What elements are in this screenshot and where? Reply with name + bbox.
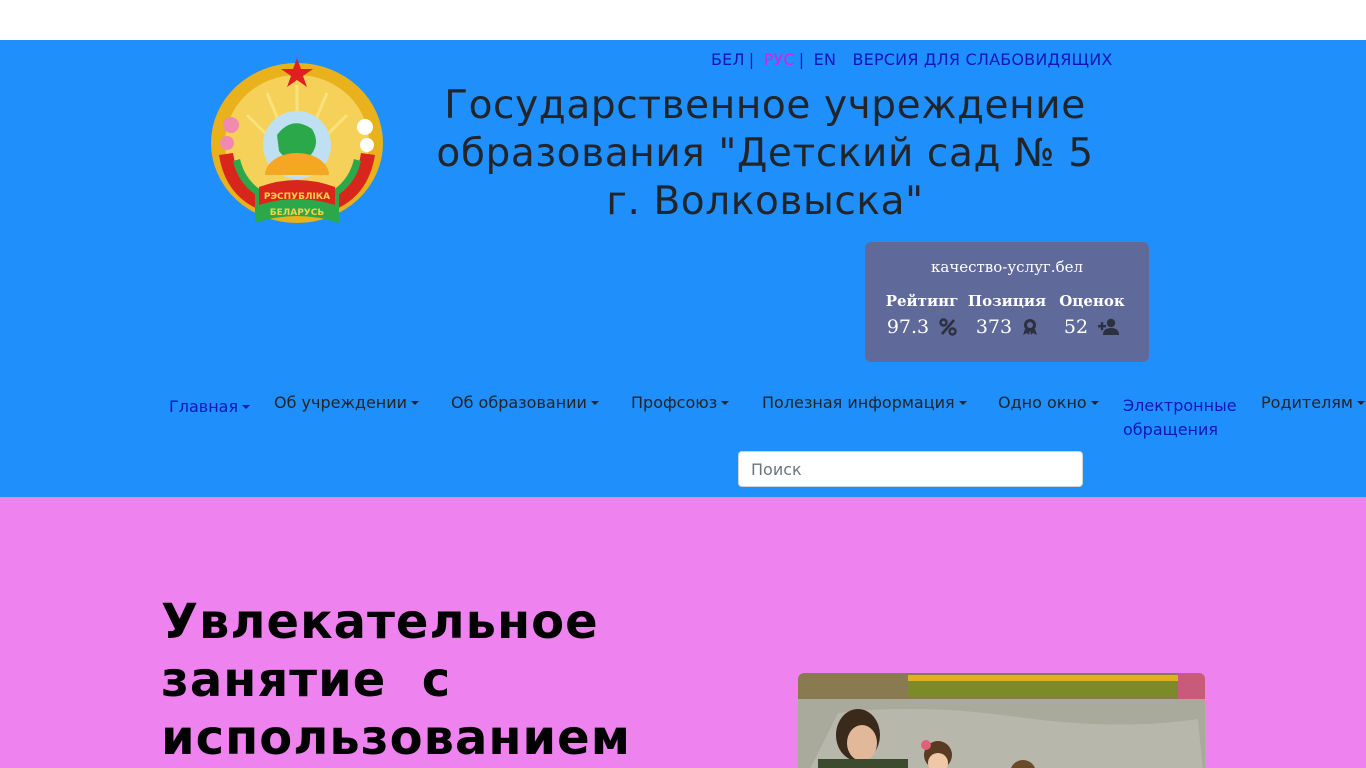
- user-plus-icon: [1098, 318, 1120, 335]
- hero-photo[interactable]: [798, 673, 1205, 768]
- rating-votes-value-wrap: 52: [1052, 316, 1132, 338]
- hero-title: Увлекательное занятие с использованием: [161, 594, 631, 766]
- rating-votes-value: 52: [1063, 316, 1089, 338]
- emblem-text-belarus: БЕЛАРУСЬ: [270, 208, 325, 218]
- rating-score-label: Рейтинг: [885, 292, 959, 310]
- nav-item-parents[interactable]: Родителям: [1261, 393, 1365, 412]
- hero-section: Увлекательное занятие с использованием: [0, 497, 1366, 768]
- lang-bel-link[interactable]: БЕЛ: [711, 50, 745, 69]
- rating-score: Рейтинг 97.3: [882, 292, 962, 338]
- caret-down-icon: [242, 405, 251, 409]
- lang-separator: |: [798, 50, 805, 69]
- lang-rus-link[interactable]: РУС: [764, 50, 795, 69]
- rating-position-label: Позиция: [967, 292, 1047, 310]
- nav-item-electronic-appeals[interactable]: Электронные обращения: [1123, 394, 1253, 442]
- rating-position-value-wrap: 373: [967, 316, 1047, 338]
- rating-score-value: 97.3: [886, 316, 930, 338]
- award-icon: [1023, 319, 1038, 335]
- top-spacer: [0, 0, 1366, 40]
- quality-rating-widget[interactable]: качество-услуг.бел Рейтинг 97.3 Позиция …: [865, 242, 1149, 362]
- visually-impaired-version-link[interactable]: ВЕРСИЯ ДЛЯ СЛАБОВИДЯЩИХ: [852, 50, 1112, 69]
- caret-down-icon: [1356, 401, 1365, 405]
- rating-site-name[interactable]: качество-услуг.бел: [865, 258, 1149, 276]
- nav-item-home[interactable]: Главная: [169, 397, 251, 416]
- site-title: Государственное учреждение образования "…: [436, 83, 1094, 224]
- nav-item-about-education[interactable]: Об образовании: [451, 393, 599, 412]
- caret-down-icon: [411, 401, 420, 405]
- caret-down-icon: [721, 401, 730, 405]
- nav-item-useful-info-label: Полезная информация: [762, 393, 955, 412]
- caret-down-icon: [1090, 401, 1099, 405]
- language-bar: БЕЛ | РУС | EN ВЕРСИЯ ДЛЯ СЛАБОВИДЯЩИХ: [711, 50, 1113, 69]
- emblem-logo[interactable]: РЭСПУБЛІКА БЕЛАРУСЬ: [207, 55, 387, 227]
- nav-item-one-window-label: Одно окно: [998, 393, 1087, 412]
- search-input[interactable]: [738, 451, 1083, 487]
- nav-item-trade-union-label: Профсоюз: [631, 393, 718, 412]
- caret-down-icon: [590, 401, 599, 405]
- rating-votes-label: Оценок: [1059, 292, 1125, 310]
- nav-item-trade-union[interactable]: Профсоюз: [631, 393, 730, 412]
- nav-item-one-window[interactable]: Одно окно: [998, 393, 1099, 412]
- hero-photo-image: [798, 673, 1205, 768]
- lang-en-link[interactable]: EN: [814, 50, 836, 69]
- nav-item-about-institution-label: Об учреждении: [274, 393, 408, 412]
- rating-votes: Оценок 52: [1052, 292, 1132, 338]
- rating-position-value: 373: [975, 316, 1013, 338]
- caret-down-icon: [958, 401, 967, 405]
- nav-item-home-label: Главная: [169, 397, 239, 416]
- percent-icon: [939, 318, 957, 336]
- rating-position: Позиция 373: [967, 292, 1047, 338]
- rating-score-value-wrap: 97.3: [882, 316, 962, 338]
- site-header: БЕЛ | РУС | EN ВЕРСИЯ ДЛЯ СЛАБОВИДЯЩИХ Р…: [0, 40, 1366, 497]
- nav-item-useful-info[interactable]: Полезная информация: [762, 393, 967, 412]
- nav-item-about-institution[interactable]: Об учреждении: [274, 393, 420, 412]
- nav-item-about-education-label: Об образовании: [451, 393, 587, 412]
- lang-separator: |: [748, 50, 755, 69]
- nav-item-parents-label: Родителям: [1261, 393, 1353, 412]
- emblem-text-republic: РЭСПУБЛІКА: [264, 192, 330, 202]
